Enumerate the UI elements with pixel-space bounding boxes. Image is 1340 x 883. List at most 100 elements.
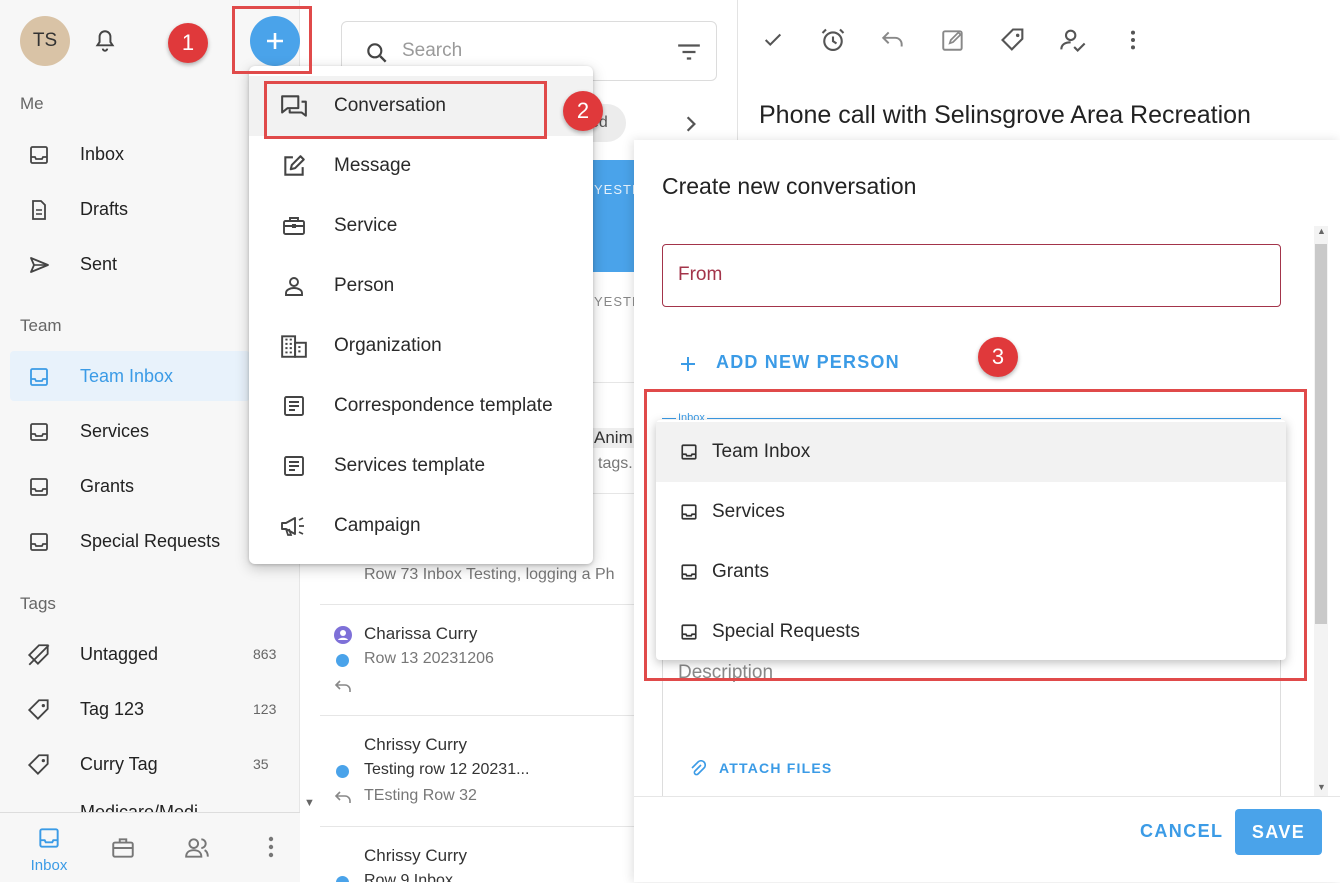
scroll-down-arrow[interactable]: ▼ xyxy=(304,797,315,809)
reply-icon xyxy=(334,791,351,803)
check-icon[interactable] xyxy=(759,26,787,54)
inbox-icon xyxy=(26,364,52,390)
tag-icon xyxy=(26,752,52,778)
chevron-right-icon[interactable] xyxy=(685,115,697,133)
dialog-footer: CANCEL SAVE xyxy=(634,796,1340,882)
cancel-button[interactable]: CANCEL xyxy=(1140,821,1223,842)
inbox-icon xyxy=(681,564,697,580)
reply-icon[interactable] xyxy=(879,26,907,54)
tag-count: 35 xyxy=(253,756,269,772)
attach-files-button[interactable]: ATTACH FILES xyxy=(719,760,832,776)
annotation-badge-2: 2 xyxy=(563,91,603,131)
unread-dot xyxy=(336,654,349,667)
menu-item-label: Organization xyxy=(334,335,442,356)
new-item-button[interactable] xyxy=(250,16,300,66)
bottom-nav: Inbox xyxy=(0,812,300,882)
menu-item-campaign[interactable]: Campaign xyxy=(249,496,593,556)
template-icon xyxy=(280,453,308,479)
unread-dot xyxy=(336,765,349,778)
megaphone-icon xyxy=(280,513,308,539)
list-item-subject: Testing row 12 20231... xyxy=(364,761,530,778)
list-item-name: Chrissy Curry xyxy=(364,735,467,754)
inbox-option-label: Grants xyxy=(712,561,770,582)
building-icon xyxy=(280,333,308,359)
sidebar-item-sent[interactable]: Sent xyxy=(10,239,250,289)
list-item-subject: Row 9 Inbox xyxy=(364,872,453,882)
sidebar-item-medicare[interactable]: Medicare/Medi... 29 xyxy=(10,794,250,812)
scroll-down-arrow[interactable]: ▼ xyxy=(1317,782,1326,792)
dialog-scrollbar[interactable]: ▲ ▼ xyxy=(1314,226,1328,796)
inbox-option-team-inbox[interactable]: Team Inbox xyxy=(656,422,1286,482)
list-item-name: Chrissy Curry xyxy=(364,846,467,865)
bottom-nav-services[interactable] xyxy=(93,813,153,883)
filter-icon[interactable] xyxy=(676,42,702,62)
bottom-nav-people[interactable] xyxy=(167,813,227,883)
create-conversation-dialog: Create new conversation From ADD NEW PER… xyxy=(634,140,1340,882)
sidebar-item-special-requests[interactable]: Special Requests xyxy=(10,516,250,566)
inbox-option-special-requests[interactable]: Special Requests xyxy=(656,602,1286,662)
sidebar-item-services[interactable]: Services xyxy=(10,406,250,456)
menu-item-label: Campaign xyxy=(334,515,421,536)
menu-item-correspondence-template[interactable]: Correspondence template xyxy=(249,376,593,436)
sidebar-item-team-inbox[interactable]: Team Inbox xyxy=(10,351,250,401)
sidebar-item-label: Medicare/Medi... xyxy=(80,802,214,812)
from-placeholder: From xyxy=(678,264,723,285)
annotation-badge-3: 3 xyxy=(978,337,1018,377)
search-input[interactable]: Search xyxy=(402,40,462,62)
annotation-badge-1: 1 xyxy=(168,23,208,63)
add-new-person-button[interactable]: ADD NEW PERSON xyxy=(716,352,900,373)
sidebar-item-curry-tag[interactable]: Curry Tag 35 xyxy=(10,739,269,789)
sidebar-item-label: Inbox xyxy=(80,143,125,164)
send-icon xyxy=(26,252,52,278)
list-item-name: Charissa Curry xyxy=(364,624,478,643)
tag-icon[interactable] xyxy=(999,26,1027,54)
sidebar-item-label: Curry Tag xyxy=(80,753,158,774)
tag-count: 863 xyxy=(253,646,277,662)
inbox-option-label: Team Inbox xyxy=(712,441,811,462)
edit-icon[interactable] xyxy=(939,26,967,54)
from-field[interactable]: From xyxy=(662,244,1281,307)
inbox-icon xyxy=(681,504,697,520)
inbox-option-grants[interactable]: Grants xyxy=(656,542,1286,602)
menu-item-message[interactable]: Message xyxy=(249,136,593,196)
person-badge-icon xyxy=(334,626,352,644)
menu-item-service[interactable]: Service xyxy=(249,196,593,256)
tag-icon xyxy=(26,697,52,723)
sidebar-item-tag-123[interactable]: Tag 123 123 xyxy=(10,684,276,734)
menu-item-label: Correspondence template xyxy=(334,395,553,416)
assign-person-icon[interactable] xyxy=(1059,26,1087,54)
more-vert-icon[interactable] xyxy=(1119,26,1147,54)
sidebar-item-untagged[interactable]: Untagged 863 xyxy=(10,629,276,679)
sidebar-item-inbox[interactable]: Inbox xyxy=(10,129,250,179)
tags-section-label: Tags xyxy=(20,594,56,613)
avatar[interactable]: TS xyxy=(20,16,70,66)
menu-item-organization[interactable]: Organization xyxy=(249,316,593,376)
team-section-label: Team xyxy=(20,316,62,335)
sidebar-item-grants[interactable]: Grants xyxy=(10,461,250,511)
menu-item-label: Services template xyxy=(334,455,486,476)
list-item-snippet: Row 73 Inbox Testing, logging a Ph xyxy=(364,566,615,583)
menu-item-services-template[interactable]: Services template xyxy=(249,436,593,496)
list-item-subject: Row 13 20231206 xyxy=(364,650,494,667)
inbox-option-services[interactable]: Services xyxy=(656,482,1286,542)
bottom-nav-more[interactable] xyxy=(241,813,301,883)
menu-item-person[interactable]: Person xyxy=(249,256,593,316)
briefcase-icon xyxy=(280,213,308,239)
sidebar-item-label: Team Inbox xyxy=(80,365,174,386)
briefcase-icon xyxy=(112,838,134,858)
scrollbar-thumb[interactable] xyxy=(1315,244,1327,624)
dialog-title: Create new conversation xyxy=(662,173,917,199)
alarm-icon[interactable] xyxy=(819,26,847,54)
sidebar-item-drafts[interactable]: Drafts xyxy=(10,184,250,234)
conversation-icon xyxy=(280,93,308,119)
menu-item-conversation[interactable]: Conversation xyxy=(249,76,593,136)
scroll-up-arrow[interactable]: ▲ xyxy=(1317,226,1326,236)
save-button[interactable]: SAVE xyxy=(1235,809,1322,855)
inbox-icon xyxy=(26,142,52,168)
search-icon xyxy=(367,43,387,63)
bottom-nav-label: Inbox xyxy=(30,857,68,874)
inbox-icon xyxy=(39,828,59,848)
bell-icon[interactable] xyxy=(92,27,118,55)
inbox-icon xyxy=(26,529,52,555)
bottom-nav-inbox[interactable]: Inbox xyxy=(19,813,79,883)
